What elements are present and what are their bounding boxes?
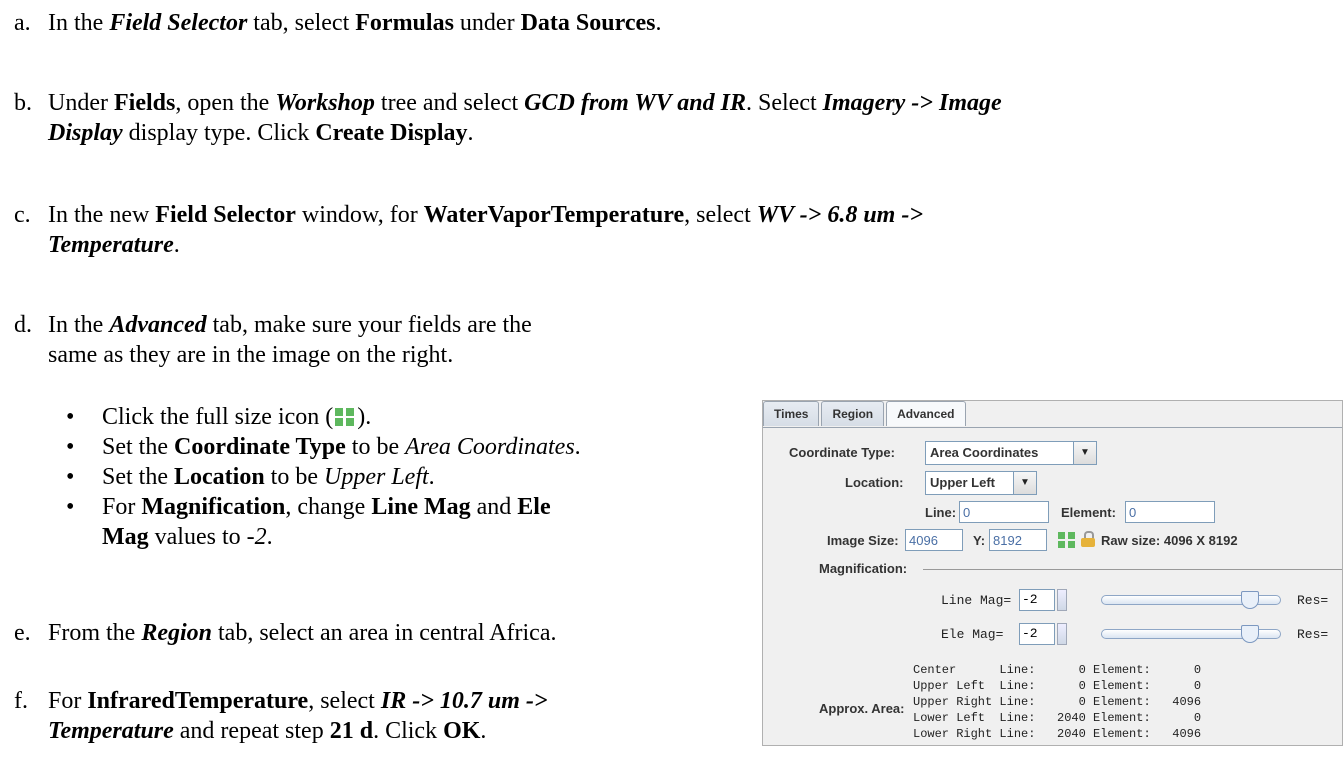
approx-area-row: Center Line: 0 Element: 0 bbox=[913, 663, 1202, 677]
element-label: Element: bbox=[1061, 505, 1116, 520]
magnification-separator bbox=[923, 569, 1342, 570]
approx-area-row: Upper Right Line: 0 Element: 4096 bbox=[913, 695, 1202, 709]
approx-area-label: Approx. Area: bbox=[819, 701, 905, 716]
ele-mag-slider-thumb[interactable] bbox=[1241, 625, 1259, 643]
line-mag-slider-thumb[interactable] bbox=[1241, 591, 1259, 609]
element-field[interactable]: 0 bbox=[1125, 501, 1215, 523]
ele-mag-spinner[interactable] bbox=[1057, 623, 1067, 645]
ele-mag-label: Ele Mag= bbox=[941, 627, 1004, 642]
bullet-coordinate-type: Set the Coordinate Type to be Area Coord… bbox=[66, 432, 581, 462]
step-d-bullets: Click the full size icon (). Set the Coo… bbox=[66, 402, 581, 552]
approx-area-row: Lower Right Line: 2040 Element: 4096 bbox=[913, 727, 1202, 741]
raw-size-label: Raw size: 4096 X 8192 bbox=[1101, 533, 1238, 548]
location-select[interactable]: Upper Left ▼ bbox=[925, 471, 1037, 495]
step-b: b. Under Fields, open the Workshop tree a… bbox=[14, 90, 1002, 146]
tab-bar: Times Region Advanced bbox=[763, 401, 968, 427]
image-size-y-field[interactable]: 8192 bbox=[989, 529, 1047, 551]
step-a: a. In the Field Selector tab, select Form… bbox=[14, 10, 662, 36]
step-f: f. For InfraredTemperature, select IR -> … bbox=[14, 688, 548, 744]
advanced-tab-screenshot: Times Region Advanced Coordinate Type: A… bbox=[762, 400, 1343, 746]
line-mag-label: Line Mag= bbox=[941, 593, 1012, 608]
image-size-label: Image Size: bbox=[827, 533, 899, 548]
lock-icon[interactable] bbox=[1081, 531, 1095, 547]
bullet-magnification: For Magnification, change Line Mag and E… bbox=[66, 492, 581, 522]
line-mag-spinner[interactable] bbox=[1057, 589, 1067, 611]
location-label: Location: bbox=[845, 475, 904, 490]
line-mag-res-label: Res= bbox=[1297, 593, 1329, 608]
ele-mag-field[interactable]: -2 bbox=[1019, 623, 1055, 645]
bullet-magnification-cont: Mag values to -2. bbox=[102, 524, 273, 550]
full-size-icon[interactable] bbox=[1057, 531, 1077, 549]
chevron-down-icon: ▼ bbox=[1013, 472, 1036, 494]
coordinate-type-label: Coordinate Type: bbox=[789, 445, 895, 460]
approx-area-row: Lower Left Line: 2040 Element: 0 bbox=[913, 711, 1202, 725]
step-c: c. In the new Field Selector window, for … bbox=[14, 202, 924, 258]
image-size-x-field[interactable]: 4096 bbox=[905, 529, 963, 551]
line-mag-field[interactable]: -2 bbox=[1019, 589, 1055, 611]
line-field[interactable]: 0 bbox=[959, 501, 1049, 523]
line-label: Line: bbox=[925, 505, 957, 520]
coordinate-type-select[interactable]: Area Coordinates ▼ bbox=[925, 441, 1097, 465]
tab-times[interactable]: Times bbox=[763, 401, 820, 426]
step-e: e. From the Region tab, select an area in… bbox=[14, 620, 557, 646]
image-size-y-label: Y: bbox=[973, 533, 986, 548]
tab-region[interactable]: Region bbox=[821, 401, 885, 426]
bullet-location: Set the Location to be Upper Left. bbox=[66, 462, 581, 492]
bullet-full-size: Click the full size icon (). bbox=[66, 402, 581, 432]
chevron-down-icon: ▼ bbox=[1073, 442, 1096, 464]
magnification-label: Magnification: bbox=[819, 561, 908, 576]
tab-divider bbox=[763, 427, 1342, 428]
full-size-icon bbox=[333, 407, 357, 427]
approx-area-row: Upper Left Line: 0 Element: 0 bbox=[913, 679, 1202, 693]
step-d: d. In the Advanced tab, make sure your fi… bbox=[14, 312, 532, 368]
tab-advanced[interactable]: Advanced bbox=[886, 401, 966, 426]
ele-mag-res-label: Res= bbox=[1297, 627, 1329, 642]
